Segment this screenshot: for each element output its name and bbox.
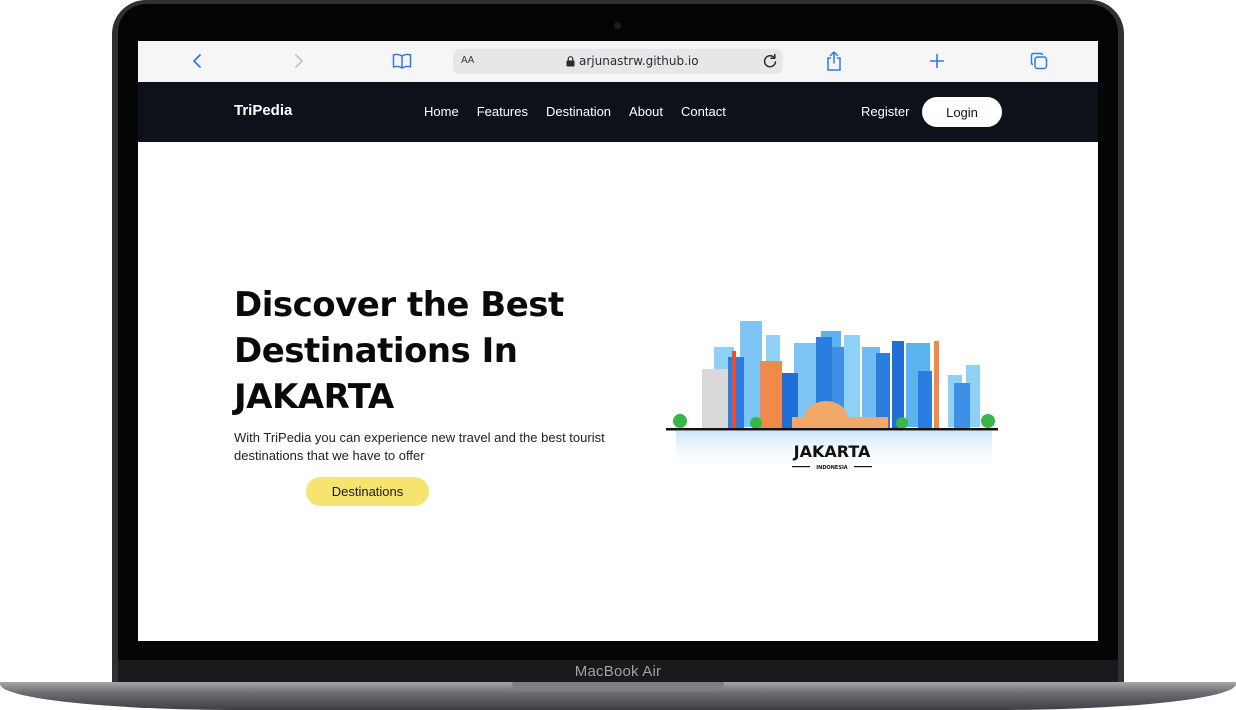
reader-mode-button[interactable]: AA [461,55,474,66]
illustration-country-label: INDONESIA [816,465,848,471]
hero-title-line: Destinations In [234,331,518,371]
new-tab-icon[interactable] [925,49,949,73]
laptop-notch [512,682,724,691]
illustration-city-label: JAKARTA [793,442,871,461]
browser-toolbar: AA arjunastrw.github.io [138,41,1098,83]
nav-contact[interactable]: Contact [681,104,726,119]
device-label: MacBook Air [574,663,662,680]
address-bar[interactable]: AA arjunastrw.github.io [453,49,783,74]
login-button[interactable]: Login [922,97,1002,127]
nav-features[interactable]: Features [477,104,528,119]
nav-destination[interactable]: Destination [546,104,611,119]
reload-icon[interactable] [761,52,779,70]
hero-title-line: JAKARTA [234,377,394,417]
camera-icon [614,22,621,29]
laptop-chin: MacBook Air [118,660,1118,684]
nav-about[interactable]: About [629,104,663,119]
share-icon[interactable] [822,49,846,73]
site-navbar: TriPedia Home Features Destination About… [138,82,1098,142]
bookmarks-icon[interactable] [390,49,414,73]
register-link[interactable]: Register [861,104,909,119]
hero-title: Discover the Best Destinations In JAKART… [234,282,594,420]
nav-links: Home Features Destination About Contact [424,104,726,119]
hero-title-line: Discover the Best [234,285,564,325]
url-text[interactable]: arjunastrw.github.io [579,54,699,68]
browser-screen: AA arjunastrw.github.io TriPedia Home Fe… [138,41,1098,641]
forward-icon[interactable] [287,49,311,73]
back-icon[interactable] [185,49,209,73]
jakarta-skyline-illustration: JAKARTA INDONESIA [666,321,998,471]
brand-logo[interactable]: TriPedia [234,102,292,119]
nav-home[interactable]: Home [424,104,459,119]
lock-icon [566,56,575,67]
hero-description: With TriPedia you can experience new tra… [234,430,605,463]
destinations-button[interactable]: Destinations [306,477,429,506]
tabs-icon[interactable] [1027,49,1051,73]
